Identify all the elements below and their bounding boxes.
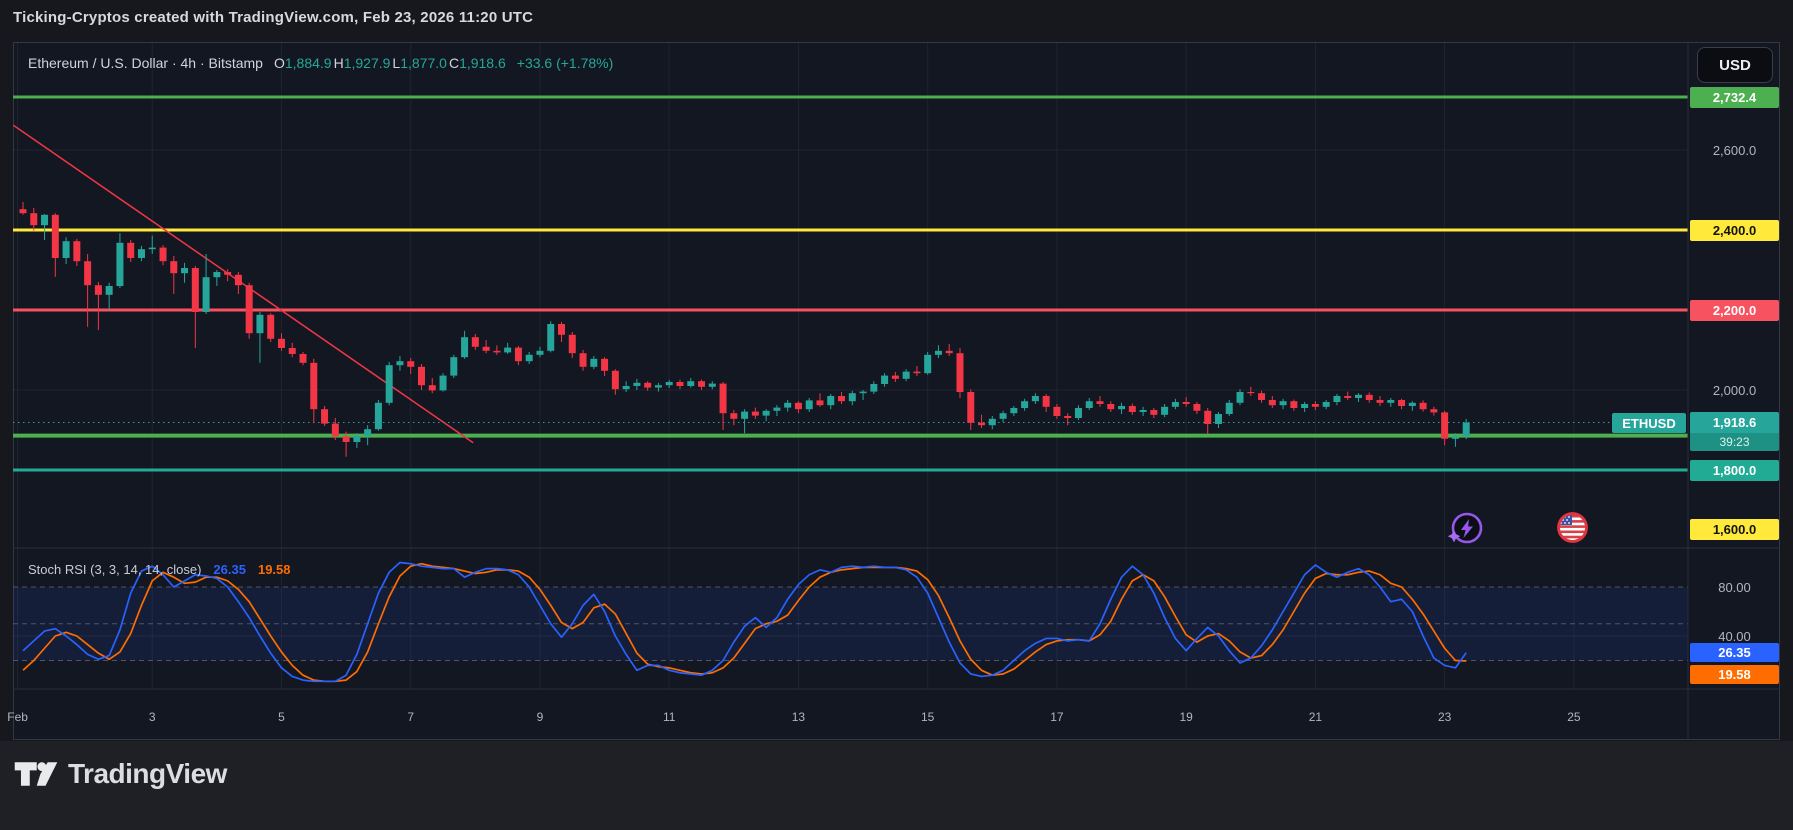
time-axis-label: 19 xyxy=(1179,710,1193,724)
stoch-scale-tick: 80.00 xyxy=(1718,579,1751,595)
time-axis-label: 13 xyxy=(791,710,806,724)
stoch-rsi-legend[interactable]: Stoch RSI (3, 3, 14, 14, close) 26.35 19… xyxy=(28,562,291,577)
time-axis-label: 15 xyxy=(920,710,935,724)
price-scale-label: 2,600.0 xyxy=(1712,142,1757,158)
currency-toggle-button[interactable]: USD xyxy=(1697,47,1773,83)
price-scale-label: 1,600.0 xyxy=(1690,518,1779,540)
time-axis-label: 3 xyxy=(148,710,156,724)
symbol-price-tag: ETHUSD xyxy=(1612,413,1686,433)
time-axis-label: 21 xyxy=(1308,710,1323,724)
bar-countdown: 39:23 xyxy=(1690,433,1779,451)
tradingview-logo-icon xyxy=(14,762,58,786)
time-axis-label: Feb xyxy=(7,710,28,724)
ohlc-values: O1,884.9 H1,927.9 L1,877.0 C1,918.6 xyxy=(272,55,506,71)
time-axis-label: 7 xyxy=(407,710,415,724)
ohlc-item: O1,884.9 xyxy=(273,55,332,71)
tradingview-snapshot: Ticking-Cryptos created with TradingView… xyxy=(0,0,1793,830)
symbol-legend[interactable]: Ethereum / U.S. Dollar · 4h · Bitstamp O… xyxy=(28,55,613,71)
price-scale-label: 1,800.0 xyxy=(1690,459,1779,481)
stoch-k-value: 26.35 xyxy=(213,562,246,577)
time-axis-label: 17 xyxy=(1050,710,1064,724)
current-price-value: 1,918.6 xyxy=(1690,412,1779,433)
price-scale-label: 2,400.0 xyxy=(1690,219,1779,241)
chart-canvas[interactable] xyxy=(0,0,1793,830)
time-axis-label: 11 xyxy=(662,710,676,724)
footer-bar: TradingView xyxy=(0,741,1793,830)
symbol-title[interactable]: Ethereum / U.S. Dollar · 4h · Bitstamp xyxy=(28,55,263,71)
stoch-d-value: 19.58 xyxy=(257,562,291,577)
price-scale-label: 2,200.0 xyxy=(1690,299,1779,321)
current-price-label: 1,918.6 39:23 xyxy=(1690,412,1779,451)
ohlc-item: H1,927.9 xyxy=(333,55,391,71)
time-axis-label: 23 xyxy=(1437,710,1452,724)
ohlc-item: C1,918.6 xyxy=(448,55,506,71)
time-axis-label: 9 xyxy=(536,710,544,724)
us-flag-icon[interactable] xyxy=(1556,511,1589,544)
time-axis-label: 5 xyxy=(278,710,285,724)
time-axis-label: 25 xyxy=(1567,710,1581,724)
change-value: +33.6 (+1.78%) xyxy=(516,55,614,71)
stoch-value-badge: 19.58 xyxy=(1690,665,1779,684)
ohlc-item: L1,877.0 xyxy=(392,55,447,71)
stoch-value-badge: 26.35 xyxy=(1690,643,1779,662)
price-scale-label: 2,000.0 xyxy=(1712,382,1757,398)
boost-lightning-icon[interactable] xyxy=(1446,509,1486,549)
price-scale-label: 2,732.4 xyxy=(1690,86,1779,108)
tradingview-brand[interactable]: TradingView xyxy=(14,756,227,792)
stoch-rsi-title[interactable]: Stoch RSI (3, 3, 14, 14, close) xyxy=(28,562,201,577)
tradingview-logo-text: TradingView xyxy=(68,758,227,789)
